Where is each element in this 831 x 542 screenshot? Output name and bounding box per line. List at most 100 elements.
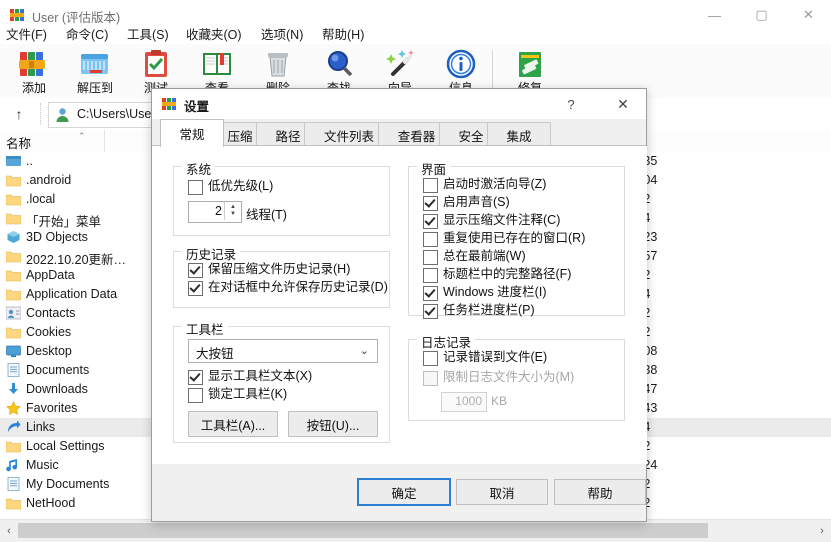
file-name: NetHood <box>26 496 76 510</box>
dialog-body: 系统 低优先级(L) 2 ▲ ▼ 线程(T) 历史记录 保留压缩文件历史记录(H) <box>152 146 647 464</box>
help-button[interactable]: 帮助 <box>554 479 646 505</box>
file-name: My Documents <box>26 477 110 491</box>
buttons-button[interactable]: 按钮(U)... <box>288 411 378 437</box>
checkbox-box <box>423 232 438 247</box>
checkbox-label: 启动时激活向导(Z) <box>443 177 547 191</box>
view-file-icon <box>200 48 234 80</box>
dialog-close-button[interactable]: ✕ <box>600 89 646 119</box>
group-interface-label: 界面 <box>417 159 451 178</box>
group-toolbar: 工具栏 大按钮 ⌄ 显示工具栏文本(X) 锁定工具栏(K) 工具栏(A)... … <box>173 319 390 443</box>
checkbox-enable-sound[interactable]: 启用声音(S) <box>423 195 510 211</box>
file-name: 3D Objects <box>26 230 88 244</box>
scroll-right-icon[interactable]: › <box>813 520 831 541</box>
checkbox-label: 保留压缩文件历史记录(H) <box>208 262 351 276</box>
file-name: Links <box>26 420 56 434</box>
toolbar-size-value: 大按钮 <box>196 347 234 361</box>
threads-label: 线程(T) <box>246 208 287 222</box>
tab-integration[interactable]: 集成 <box>487 122 551 147</box>
folder-icon <box>5 496 22 510</box>
parent-folder-icon <box>6 154 21 168</box>
tab-general[interactable]: 常规 <box>160 119 224 147</box>
folder-icon <box>5 192 22 206</box>
toolbar-button-add[interactable]: 添加 <box>4 46 64 98</box>
user-folder-icon <box>56 108 69 122</box>
log-size-value: 1000 <box>455 394 482 408</box>
menu-options[interactable]: 选项(N) <box>261 24 303 43</box>
log-size-input[interactable]: 1000 <box>441 392 487 412</box>
links-icon <box>6 420 21 434</box>
ok-button[interactable]: 确定 <box>357 478 451 506</box>
3d-objects-icon <box>6 230 21 244</box>
checkbox-show-archive-comment[interactable]: 显示压缩文件注释(C) <box>423 213 560 229</box>
group-history-label: 历史记录 <box>182 244 241 263</box>
chevron-down-icon: ⌄ <box>359 345 369 357</box>
folder-icon <box>5 211 22 225</box>
threads-value: 2 <box>215 204 222 218</box>
group-interface: 界面 启动时激活向导(Z) 启用声音(S) 显示压缩文件注释(C) 重复使用已存… <box>408 159 625 319</box>
checkbox-box <box>423 268 438 283</box>
checkbox-taskbar-progress-bar[interactable]: 任务栏进度栏(P) <box>423 303 535 319</box>
file-name: Favorites <box>26 401 78 415</box>
folder-icon <box>5 173 22 187</box>
folder-icon <box>5 287 22 301</box>
log-size-unit: KB <box>491 394 508 408</box>
checkbox-box <box>423 371 438 386</box>
checkbox-wizard-on-start[interactable]: 启动时激活向导(Z) <box>423 177 547 193</box>
checkbox-label: 锁定工具栏(K) <box>208 387 288 401</box>
file-name: Local Settings <box>26 439 105 453</box>
folder-icon <box>5 268 22 282</box>
checkbox-label: Windows 进度栏(I) <box>443 285 547 299</box>
delete-icon <box>261 48 295 80</box>
column-header-name[interactable]: 名称 <box>6 133 31 152</box>
checkbox-keep-archive-history[interactable]: 保留压缩文件历史记录(H) <box>188 262 351 278</box>
checkbox-always-on-top[interactable]: 总在最前端(W) <box>423 249 526 265</box>
column-divider[interactable] <box>104 130 105 152</box>
checkbox-full-path-in-title[interactable]: 标题栏中的完整路径(F) <box>423 267 571 283</box>
documents-icon <box>6 363 21 377</box>
toolbar-button-extract-to[interactable]: 解压到 <box>65 46 125 98</box>
arrow-up-icon[interactable]: ↑ <box>6 102 32 126</box>
find-icon <box>322 48 356 80</box>
spinner-arrows[interactable]: ▲ ▼ <box>224 202 241 220</box>
winrar-window: User (评估版本) — ▢ ✕ 文件(F) 命令(C) 工具(S) 收藏夹(… <box>0 0 831 542</box>
checkbox-lock-toolbar[interactable]: 锁定工具栏(K) <box>188 387 288 403</box>
checkbox-box <box>188 370 203 385</box>
cancel-button[interactable]: 取消 <box>456 479 548 505</box>
menu-help[interactable]: 帮助(H) <box>322 24 364 43</box>
checkbox-limit-log-size[interactable]: 限制日志文件大小为(M) <box>423 370 574 386</box>
checkbox-label: 记录错误到文件(E) <box>443 350 548 364</box>
dialog-tabstrip: 常规 压缩 路径 文件列表 查看器 安全 集成 <box>152 119 646 147</box>
scrollbar-thumb[interactable] <box>18 523 708 538</box>
checkbox-box <box>188 263 203 278</box>
address-divider <box>40 103 41 125</box>
menu-tools[interactable]: 工具(S) <box>127 24 169 43</box>
file-name: AppData <box>26 268 75 282</box>
checkbox-box <box>423 196 438 211</box>
wizard-wand-icon <box>383 48 417 80</box>
checkbox-low-priority[interactable]: 低优先级(L) <box>188 179 273 195</box>
checkbox-label: 重复使用已存在的窗口(R) <box>443 231 586 245</box>
toolbar-size-select[interactable]: 大按钮 ⌄ <box>188 339 378 363</box>
checkbox-box <box>188 281 203 296</box>
group-system-label: 系统 <box>182 159 216 178</box>
checkbox-show-toolbar-text[interactable]: 显示工具栏文本(X) <box>188 369 313 385</box>
checkbox-reuse-window[interactable]: 重复使用已存在的窗口(R) <box>423 231 586 247</box>
threads-spinner[interactable]: 2 ▲ ▼ <box>188 201 242 223</box>
checkbox-windows-progress-bar[interactable]: Windows 进度栏(I) <box>423 285 547 301</box>
checkbox-allow-history-in-dialogs[interactable]: 在对话框中允许保存历史记录(D) <box>188 280 388 296</box>
dialog-help-button[interactable]: ? <box>552 89 590 119</box>
checkbox-log-errors-to-file[interactable]: 记录错误到文件(E) <box>423 350 548 366</box>
checkbox-label: 显示工具栏文本(X) <box>208 369 313 383</box>
toolbars-button[interactable]: 工具栏(A)... <box>188 411 278 437</box>
sort-caret-icon: ⌃ <box>78 131 86 141</box>
menu-favorites[interactable]: 收藏夹(O) <box>186 24 242 43</box>
checkbox-label: 任务栏进度栏(P) <box>443 303 535 317</box>
repair-icon <box>513 48 547 80</box>
extract-to-icon <box>78 48 112 80</box>
horizontal-scrollbar[interactable]: ‹ › <box>0 519 831 542</box>
menu-file[interactable]: 文件(F) <box>6 24 47 43</box>
scroll-left-icon[interactable]: ‹ <box>0 520 18 541</box>
documents-icon <box>6 477 21 491</box>
menu-commands[interactable]: 命令(C) <box>66 24 108 43</box>
checkbox-box <box>423 286 438 301</box>
